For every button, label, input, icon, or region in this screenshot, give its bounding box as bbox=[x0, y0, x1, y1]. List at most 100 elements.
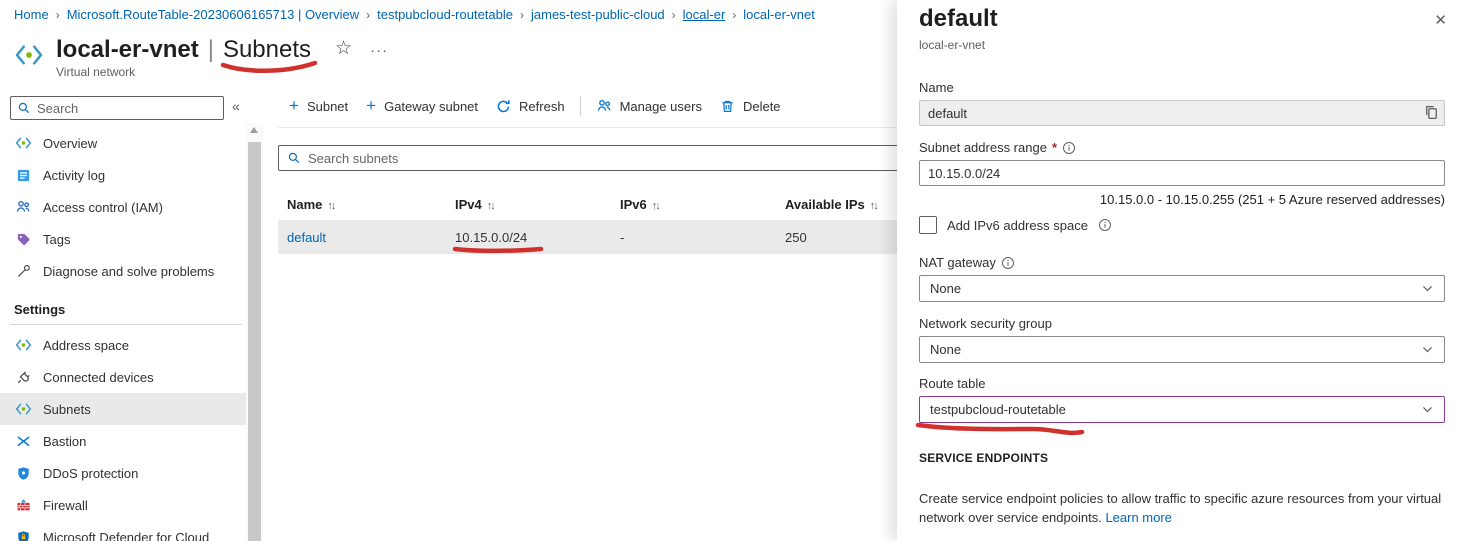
subnets-icon bbox=[14, 403, 32, 415]
subnet-name-link[interactable]: default bbox=[287, 230, 455, 245]
address-range-helper: 10.15.0.0 - 10.15.0.255 (251 + 5 Azure r… bbox=[919, 192, 1445, 207]
scrollbar-up-arrow[interactable] bbox=[250, 127, 258, 133]
plug-icon bbox=[14, 370, 32, 385]
table-header: Name↑↓ IPv4↑↓ IPv6↑↓ Available IPs↑↓ bbox=[278, 188, 908, 220]
breadcrumb: Home › Microsoft.RouteTable-20230606165713… bbox=[14, 7, 896, 22]
manage-users-label: Manage users bbox=[620, 99, 702, 114]
sidebar-item-label: Subnets bbox=[43, 402, 91, 417]
sidebar-item-connected-devices[interactable]: Connected devices bbox=[0, 361, 246, 393]
name-field[interactable] bbox=[919, 100, 1445, 126]
add-gateway-subnet-label: Gateway subnet bbox=[384, 99, 478, 114]
table-row[interactable]: default 10.15.0.0/24 - 250 bbox=[278, 220, 908, 254]
page-title: local-er-vnet bbox=[56, 36, 199, 64]
blade-title-subnets: Subnets bbox=[223, 36, 311, 64]
sort-icon: ↑↓ bbox=[327, 200, 334, 212]
copy-icon[interactable] bbox=[1423, 104, 1440, 121]
sidebar-item-bastion[interactable]: Bastion bbox=[0, 425, 246, 457]
overview-icon bbox=[14, 137, 32, 149]
sidebar-search[interactable] bbox=[10, 96, 224, 120]
people-icon bbox=[596, 98, 612, 114]
breadcrumb-home[interactable]: Home bbox=[14, 7, 49, 22]
breadcrumb-james-test-public-cloud[interactable]: james-test-public-cloud bbox=[531, 7, 665, 22]
breadcrumb-local-er[interactable]: local-er bbox=[683, 7, 726, 22]
manage-users-button[interactable]: Manage users bbox=[587, 93, 711, 119]
column-header-available-ips[interactable]: Available IPs↑↓ bbox=[785, 197, 908, 212]
search-icon bbox=[287, 151, 301, 165]
address-range-label: Subnet address range bbox=[919, 140, 1047, 155]
sidebar-settings-header: Settings bbox=[0, 287, 246, 324]
nsg-value: None bbox=[930, 342, 961, 357]
add-gateway-subnet-button[interactable]: + Gateway subnet bbox=[357, 94, 487, 119]
sidebar-item-activity-log[interactable]: Activity log bbox=[0, 159, 246, 191]
sidebar-search-input[interactable] bbox=[37, 101, 217, 116]
sidebar-item-label: Firewall bbox=[43, 498, 88, 513]
sidebar-item-label: Access control (IAM) bbox=[43, 200, 163, 215]
route-table-dropdown[interactable]: testpubcloud-routetable bbox=[919, 396, 1445, 423]
sort-icon: ↑↓ bbox=[487, 200, 494, 212]
chevron-down-icon bbox=[1421, 403, 1434, 416]
sidebar-item-defender[interactable]: Microsoft Defender for Cloud bbox=[0, 521, 246, 541]
subnet-available-ips-cell: 250 bbox=[785, 230, 908, 245]
toolbar-divider bbox=[278, 127, 898, 128]
tags-icon bbox=[14, 232, 32, 247]
breadcrumb-separator: › bbox=[672, 8, 676, 22]
info-icon[interactable] bbox=[1098, 218, 1112, 232]
required-asterisk: * bbox=[1052, 140, 1057, 155]
sort-icon: ↑↓ bbox=[652, 200, 659, 212]
breadcrumb-local-er-vnet[interactable]: local-er-vnet bbox=[743, 7, 815, 22]
info-icon[interactable] bbox=[1001, 256, 1015, 270]
sidebar-item-access-control[interactable]: Access control (IAM) bbox=[0, 191, 246, 223]
sidebar-item-overview[interactable]: Overview bbox=[0, 127, 246, 159]
sidebar-item-firewall[interactable]: Firewall bbox=[0, 489, 246, 521]
nat-gateway-dropdown[interactable]: None bbox=[919, 275, 1445, 302]
info-icon[interactable] bbox=[1062, 141, 1076, 155]
nat-gateway-value: None bbox=[930, 281, 961, 296]
refresh-button[interactable]: Refresh bbox=[487, 94, 574, 119]
sidebar-item-address-space[interactable]: Address space bbox=[0, 329, 246, 361]
breadcrumb-testpubcloud-routetable[interactable]: testpubcloud-routetable bbox=[377, 7, 513, 22]
column-header-ipv4[interactable]: IPv4↑↓ bbox=[455, 197, 620, 212]
sidebar-item-ddos-protection[interactable]: DDoS protection bbox=[0, 457, 246, 489]
delete-button[interactable]: Delete bbox=[711, 94, 790, 119]
ddos-shield-icon bbox=[14, 466, 32, 481]
subnet-search-input[interactable] bbox=[308, 151, 897, 166]
sidebar-collapse-button[interactable]: « bbox=[232, 98, 240, 114]
breadcrumb-separator: › bbox=[520, 8, 524, 22]
more-options-icon[interactable]: ··· bbox=[370, 42, 388, 59]
ipv6-checkbox-label: Add IPv6 address space bbox=[947, 218, 1088, 233]
column-header-ipv6[interactable]: IPv6↑↓ bbox=[620, 197, 785, 212]
sidebar: « Overview Activity log Access control (… bbox=[0, 90, 264, 541]
breadcrumb-separator: › bbox=[56, 8, 60, 22]
red-underline-annotation bbox=[219, 60, 319, 76]
title-divider: | bbox=[208, 36, 214, 64]
nat-gateway-label: NAT gateway bbox=[919, 255, 996, 270]
address-range-field[interactable] bbox=[919, 160, 1445, 186]
sidebar-item-tags[interactable]: Tags bbox=[0, 223, 246, 255]
subnet-search[interactable] bbox=[278, 145, 906, 171]
virtual-network-icon bbox=[14, 44, 44, 66]
route-table-label: Route table bbox=[919, 376, 986, 391]
ipv6-checkbox[interactable] bbox=[919, 216, 937, 234]
red-underline-annotation bbox=[452, 245, 544, 255]
route-table-value: testpubcloud-routetable bbox=[930, 402, 1066, 417]
sidebar-item-subnets[interactable]: Subnets bbox=[0, 393, 246, 425]
favorite-star-icon[interactable]: ☆ bbox=[335, 37, 352, 60]
column-header-name[interactable]: Name↑↓ bbox=[287, 197, 455, 212]
breadcrumb-separator: › bbox=[366, 8, 370, 22]
add-subnet-button[interactable]: + Subnet bbox=[280, 94, 357, 119]
service-endpoints-description: Create service endpoint policies to allo… bbox=[919, 489, 1445, 527]
plus-icon: + bbox=[289, 99, 299, 113]
learn-more-link[interactable]: Learn more bbox=[1105, 510, 1171, 525]
scrollbar-thumb[interactable] bbox=[248, 142, 261, 541]
access-control-icon bbox=[14, 199, 32, 215]
sidebar-item-diagnose[interactable]: Diagnose and solve problems bbox=[0, 255, 246, 287]
sidebar-item-label: Diagnose and solve problems bbox=[43, 264, 214, 279]
breadcrumb-routetable-overview[interactable]: Microsoft.RouteTable-20230606165713 | Ov… bbox=[67, 7, 359, 22]
command-bar: + Subnet + Gateway subnet Refresh Manage… bbox=[278, 90, 908, 122]
sidebar-item-label: Tags bbox=[43, 232, 70, 247]
sidebar-item-label: Overview bbox=[43, 136, 97, 151]
service-endpoints-header: SERVICE ENDPOINTS bbox=[919, 451, 1445, 465]
close-icon[interactable]: ✕ bbox=[1434, 11, 1447, 29]
nsg-dropdown[interactable]: None bbox=[919, 336, 1445, 363]
sidebar-scrollbar[interactable] bbox=[246, 123, 263, 541]
